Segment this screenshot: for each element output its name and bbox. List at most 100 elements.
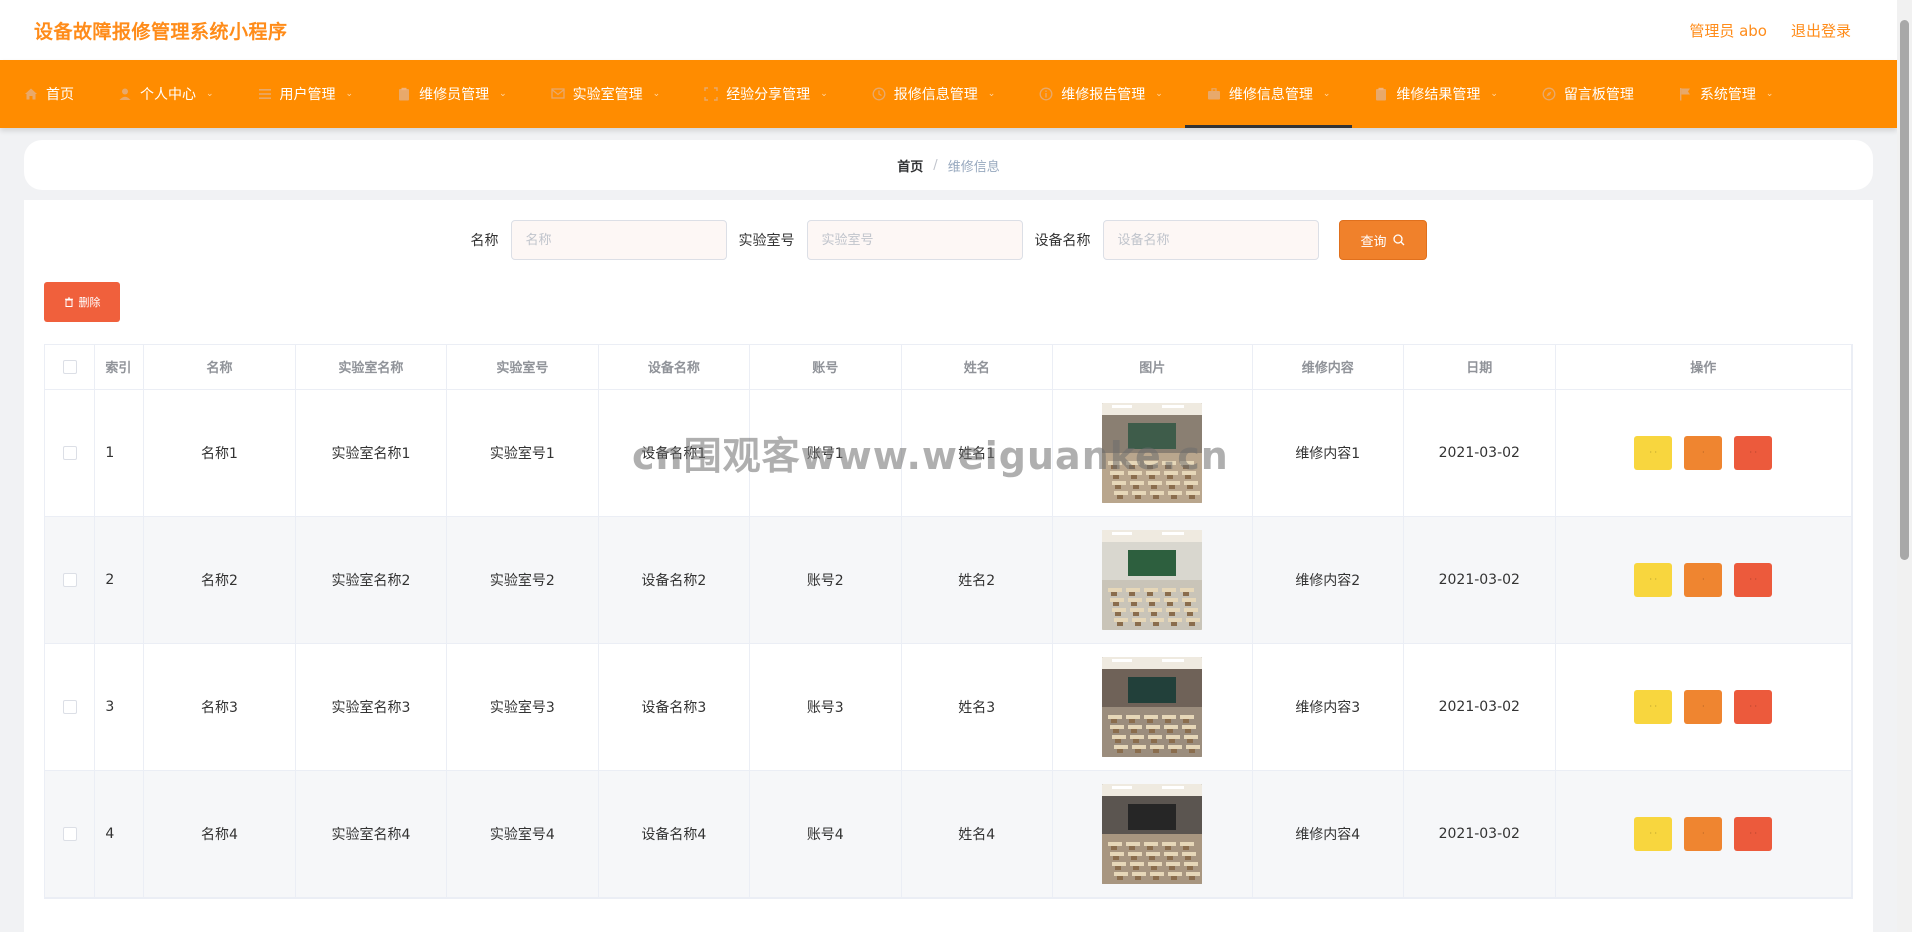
breadcrumb-separator: / [933, 157, 938, 173]
query-button[interactable]: 查询 [1338, 220, 1427, 260]
cell-lab-no: 实验室号2 [446, 516, 599, 644]
chevron-down-icon: ⌄ [987, 89, 996, 99]
select-all-checkbox[interactable] [62, 359, 77, 374]
view-button[interactable]: · · [1634, 816, 1673, 851]
row-delete-button[interactable]: · · [1734, 435, 1773, 470]
classroom-photo[interactable] [1102, 783, 1203, 884]
edit-button[interactable]: · [1684, 689, 1723, 724]
row-checkbox[interactable] [62, 826, 77, 841]
nav-item-11[interactable]: 系统管理 ⌄ [1656, 60, 1796, 128]
row-delete-button[interactable]: · · [1734, 689, 1773, 724]
cell-lab-no: 实验室号1 [446, 389, 599, 517]
cell-image [1052, 516, 1253, 644]
device-name-input[interactable] [1102, 220, 1319, 260]
user-icon [118, 87, 132, 101]
clipboard-icon [1374, 87, 1388, 101]
cell-name: 名称1 [143, 389, 296, 517]
row-select-cell [45, 516, 96, 644]
table-row[interactable]: 2 名称2 实验室名称2 实验室号2 设备名称2 账号2 姓名2 维修内容2 2021-03-0… [45, 516, 1853, 644]
frame-icon [704, 87, 718, 101]
cell-lab-name: 实验室名称3 [295, 643, 448, 771]
breadcrumb: 首页 / 维修信息 [24, 140, 1873, 190]
nav-item-label: 留言板管理 [1563, 87, 1634, 103]
row-delete-button[interactable]: · · [1734, 816, 1773, 851]
column-header: 实验室名称 [295, 345, 448, 390]
edit-button[interactable]: · [1684, 435, 1723, 470]
column-header: 维修内容 [1252, 345, 1405, 390]
select-all-cell [45, 345, 96, 390]
header-actions: 管理员 abo 退出登录 [1689, 20, 1851, 41]
nav-item-label: 维修报告管理 [1061, 87, 1146, 103]
chevron-down-icon: ⌄ [1322, 89, 1331, 99]
view-button[interactable]: · · [1634, 689, 1673, 724]
chevron-down-icon: ⌄ [206, 89, 214, 99]
clipboard-icon [397, 87, 411, 101]
cell-date: 2021-03-02 [1403, 643, 1556, 771]
cell-content: 维修内容2 [1252, 516, 1405, 644]
classroom-photo[interactable] [1102, 529, 1203, 630]
cell-date: 2021-03-02 [1403, 770, 1556, 898]
breadcrumb-home[interactable]: 首页 [897, 156, 923, 175]
nav-item-3[interactable]: 维修员管理 ⌄ [375, 60, 529, 128]
nav-item-6[interactable]: 报修信息管理 ⌄ [850, 60, 1018, 128]
row-checkbox[interactable] [62, 699, 77, 714]
cell-lab-name: 实验室名称4 [295, 770, 448, 898]
cell-device: 设备名称2 [598, 516, 751, 644]
cell-name: 名称3 [143, 643, 296, 771]
info-icon [1039, 87, 1053, 101]
scrollbar-thumb[interactable] [1900, 20, 1909, 560]
classroom-photo[interactable] [1102, 402, 1203, 503]
current-user-link[interactable]: 管理员 abo [1689, 20, 1767, 41]
cell-date: 2021-03-02 [1403, 389, 1556, 517]
device-name-label: 设备名称 [1034, 233, 1091, 249]
nav-item-label: 个人中心 [140, 87, 196, 103]
column-header: 索引 [94, 345, 145, 390]
table-row[interactable]: 3 名称3 实验室名称3 实验室号3 设备名称3 账号3 姓名3 维修内容3 2021-03-0… [45, 643, 1853, 771]
row-select-cell [45, 389, 96, 517]
row-checkbox[interactable] [62, 572, 77, 587]
cell-name: 名称4 [143, 770, 296, 898]
lab-no-input[interactable] [806, 220, 1023, 260]
cell-device: 设备名称3 [598, 643, 751, 771]
cell-content: 维修内容3 [1252, 643, 1405, 771]
table-row[interactable]: 4 名称4 实验室名称4 实验室号4 设备名称4 账号4 姓名4 维修内容4 2021-03-0… [45, 770, 1853, 898]
cell-index: 2 [94, 516, 145, 644]
clock-icon [872, 87, 886, 101]
name-input[interactable] [510, 220, 727, 260]
nav-item-4[interactable]: 实验室管理 ⌄ [529, 60, 683, 128]
nav-item-10[interactable]: 留言板管理 [1520, 60, 1656, 128]
nav-item-2[interactable]: 用户管理 ⌄ [236, 60, 376, 128]
column-header: 日期 [1403, 345, 1556, 390]
cell-index: 1 [94, 389, 145, 517]
nav-item-5[interactable]: 经验分享管理 ⌄ [682, 60, 850, 128]
page-scrollbar[interactable] [1897, 0, 1912, 932]
chevron-down-icon: ⌄ [345, 89, 354, 99]
row-checkbox[interactable] [62, 445, 77, 460]
row-delete-button[interactable]: · · [1734, 562, 1773, 597]
cell-person: 姓名1 [901, 389, 1053, 517]
repair-info-table: 索引 名称 实验室名称 实验室号 设备名称 账号 姓名 图片 维修内容 日期 操作 1 名称1 实验室名… [44, 344, 1853, 899]
edit-button[interactable]: · [1684, 562, 1723, 597]
edit-button[interactable]: · [1684, 816, 1723, 851]
batch-delete-button[interactable]: 删除 [44, 282, 120, 322]
table-header-row: 索引 名称 实验室名称 实验室号 设备名称 账号 姓名 图片 维修内容 日期 操作 [45, 345, 1853, 390]
nav-item-8[interactable]: 维修信息管理 ⌄ [1184, 60, 1353, 128]
logout-link[interactable]: 退出登录 [1791, 20, 1851, 41]
nav-item-0[interactable]: 首页 [10, 60, 96, 128]
nav-item-label: 系统管理 [1699, 87, 1756, 103]
classroom-photo[interactable] [1102, 656, 1203, 757]
content-panel: 名称 实验室号 设备名称 查询 删除 [24, 200, 1873, 932]
view-button[interactable]: · · [1634, 435, 1673, 470]
lab-no-label: 实验室号 [738, 233, 795, 249]
table-row[interactable]: 1 名称1 实验室名称1 实验室号1 设备名称1 账号1 姓名1 维修内容1 2021-03-0… [45, 389, 1853, 517]
column-header: 姓名 [901, 345, 1053, 390]
view-button[interactable]: · · [1634, 562, 1673, 597]
name-label: 名称 [470, 233, 499, 249]
cell-content: 维修内容1 [1252, 389, 1405, 517]
cell-account: 账号2 [749, 516, 902, 644]
cell-image [1052, 770, 1253, 898]
cell-person: 姓名2 [901, 516, 1053, 644]
nav-item-7[interactable]: 维修报告管理 ⌄ [1017, 60, 1185, 128]
nav-item-9[interactable]: 维修结果管理 ⌄ [1352, 60, 1520, 128]
nav-item-1[interactable]: 个人中心 ⌄ [96, 60, 236, 128]
